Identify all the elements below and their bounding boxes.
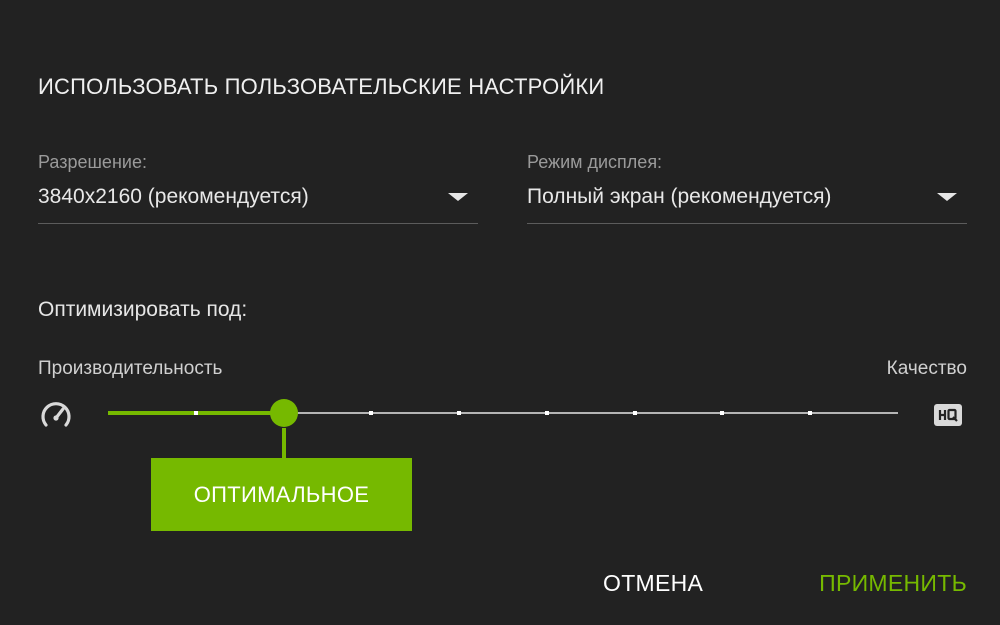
quality-label: Качество <box>886 358 967 379</box>
chevron-down-icon <box>937 193 957 201</box>
tooltip-pointer <box>281 428 286 458</box>
slider-tick <box>720 411 725 415</box>
cancel-button[interactable]: ОТМЕНА <box>603 570 703 597</box>
resolution-label: Разрешение: <box>38 152 147 172</box>
display-mode-dropdown[interactable]: Полный экран (рекомендуется) <box>527 183 967 224</box>
slider-tick <box>457 411 462 415</box>
resolution-value: 3840x2160 (рекомендуется) <box>38 185 309 208</box>
performance-gauge-icon <box>41 402 71 427</box>
slider-tick <box>369 411 374 415</box>
resolution-field: Разрешение: 3840x2160 (рекомендуется) <box>38 152 478 232</box>
slider-tick <box>808 411 813 415</box>
slider-tick <box>632 411 637 415</box>
dialog-title: ИСПОЛЬЗОВАТЬ ПОЛЬЗОВАТЕЛЬСКИЕ НАСТРОЙКИ <box>38 74 605 99</box>
slider-tick <box>544 411 549 415</box>
optimize-label: Оптимизировать под: <box>38 298 248 321</box>
apply-button[interactable]: ПРИМЕНИТЬ <box>819 570 967 597</box>
hq-icon <box>934 404 962 426</box>
display-mode-field: Режим дисплея: Полный экран (рекомендует… <box>527 152 967 232</box>
selected-level-tooltip: ОПТИМАЛЬНОЕ <box>151 458 412 531</box>
display-mode-value: Полный экран (рекомендуется) <box>527 185 832 208</box>
slider-thumb[interactable] <box>269 399 298 427</box>
optimization-slider[interactable] <box>108 398 898 428</box>
resolution-dropdown[interactable]: 3840x2160 (рекомендуется) <box>38 183 478 224</box>
chevron-down-icon <box>448 193 468 201</box>
display-mode-label: Режим дисплея: <box>527 152 663 172</box>
slider-tick <box>193 411 198 415</box>
custom-settings-dialog: ИСПОЛЬЗОВАТЬ ПОЛЬЗОВАТЕЛЬСКИЕ НАСТРОЙКИ … <box>0 0 1000 625</box>
performance-label: Производительность <box>38 358 223 379</box>
